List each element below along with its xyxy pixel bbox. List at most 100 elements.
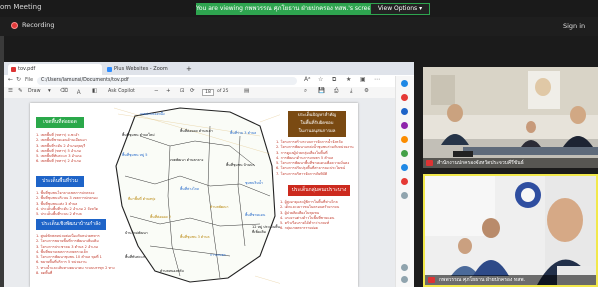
print-icon[interactable]: ⎙ xyxy=(334,88,338,95)
view-icon[interactable]: ▤ xyxy=(244,88,249,94)
heading-line: ในงานอนุสนการผล xyxy=(298,129,336,134)
drop-icon[interactable] xyxy=(401,178,408,185)
search-icon[interactable] xyxy=(401,108,408,115)
menu-icon[interactable]: ⋯ xyxy=(374,76,380,83)
list-item: 6. โครงการปรับปรุงพื้นที่สาธารณะประโยชน์ xyxy=(276,166,346,171)
participant-name-text: กพพวรรณ ศุภโยธาน ฝ่ายปกครอง ทสพ. xyxy=(439,277,526,283)
screen-share-banner: You are viewing กพพวรรณ ศุภโยธาน ฝ่ายปกค… xyxy=(196,3,375,15)
office-icon[interactable] xyxy=(401,150,408,157)
fit-page-icon[interactable]: ⊡ xyxy=(180,88,185,94)
map-label: พื้นที่ชุมชน หมู่ 5 xyxy=(122,153,148,157)
browser-tab-strip: tov.pdf Plus Websites - Zoom + xyxy=(4,62,414,75)
video-tile-2-active-speaker[interactable]: กพพวรรณ ศุภโยธาน ฝ่ายปกครอง ทสพ. xyxy=(423,174,598,287)
ask-copilot-button[interactable]: Ask Copilot xyxy=(108,89,135,94)
outlook-icon[interactable] xyxy=(401,164,408,171)
list-item: 2. เขตพื้นที่ชายแดนด้านเมียนมา xyxy=(36,138,87,143)
tab-label: tov.pdf xyxy=(18,66,36,72)
speaker-video xyxy=(425,176,596,285)
participant-name: กพพวรรณ ศุภโยธาน ฝ่ายปกครอง ทสพ. xyxy=(425,275,596,285)
browser-sidebar xyxy=(395,76,414,287)
sign-in-link[interactable]: Sign in xyxy=(563,22,585,30)
draw-button[interactable]: Draw xyxy=(28,89,41,94)
zoom-in-icon[interactable]: + xyxy=(166,88,171,94)
red-heading-box: ประเด็นกลุ่มคนเปราะบาง xyxy=(288,185,350,196)
map-label: 12 หมู่ ประเด็นพื้น xyxy=(252,225,280,229)
list-item: 2. โครงการพัฒนาแหล่งน้ำชุมชนร่วมกับหน่วย… xyxy=(276,145,354,150)
map-label: พื้นที่ชุมชน บ้านนา xyxy=(226,163,255,167)
save-icon[interactable]: 💾 xyxy=(318,88,325,94)
brown-list: 1. โครงการสร้างระบบการจัดการน้ำจังหวัด 2… xyxy=(276,140,354,177)
app-title: om Meeting xyxy=(0,3,42,11)
chevron-down-icon: ▾ xyxy=(419,5,423,12)
blue-list: 1. พื้นที่ชุมชนใจกลางเขตการปกครอง 2. พื้… xyxy=(36,191,98,217)
zoom-icon xyxy=(107,67,112,72)
contents-icon[interactable]: ☰ xyxy=(8,88,13,94)
conference-room-video xyxy=(423,67,598,168)
search-icon[interactable]: ⌕ xyxy=(304,88,307,95)
collections-icon[interactable]: ▣ xyxy=(360,76,366,83)
tab-label: Plus Websites - Zoom xyxy=(114,66,168,72)
refresh-icon[interactable]: ↻ xyxy=(16,76,21,83)
participant-name: สำนักงานปกครองจังหวัดประจวบคีรีขันธ์ xyxy=(423,158,598,168)
text-icon[interactable]: Ａ xyxy=(76,88,82,96)
sidebar-settings-icon[interactable] xyxy=(401,264,408,271)
map-label: ตำบลหนองพลับ xyxy=(160,269,184,273)
shopping-icon[interactable] xyxy=(401,94,408,101)
pdf-viewer-area: เขตปกครองหนึ่ง พื้นที่ชุมชน ตำบลใหม่ พื้… xyxy=(4,98,414,287)
star-icon[interactable]: ☆ xyxy=(318,76,323,83)
new-tab-button[interactable]: + xyxy=(184,64,194,75)
pdf-page: เขตปกครองหนึ่ง พื้นที่ชุมชน ตำบลใหม่ พื้… xyxy=(30,103,358,287)
pdf-icon xyxy=(11,67,16,72)
draw-icon[interactable]: ✎ xyxy=(18,88,23,94)
highlight-icon[interactable]: ▾ xyxy=(48,88,51,94)
recording-bar xyxy=(0,17,598,36)
url-input[interactable]: C:/Users/lamunsi/Documents/tov.pdf xyxy=(37,77,297,85)
muted-mic-icon xyxy=(426,160,433,166)
reader-icon[interactable]: Aᵃ xyxy=(304,76,310,83)
heading-line: ในพื้นที่รับผิดชอบ xyxy=(300,121,334,126)
recording-icon xyxy=(11,22,18,29)
video-tile-1[interactable]: สำนักงานปกครองจังหวัดประจวบคีรีขันธ์ xyxy=(423,67,598,168)
download-icon[interactable]: ⤓ xyxy=(350,88,352,95)
map-label: ชุมชนริมน้ำ xyxy=(245,181,263,185)
map-label: พื้นที่ร่วม 3 ตำบล xyxy=(230,131,257,135)
map-label: ที่เพิ่มเติม xyxy=(252,230,266,234)
map-label: พื้นที่ทับสะแก xyxy=(125,255,145,259)
sidebar-hide-icon[interactable] xyxy=(401,276,408,283)
copilot-icon[interactable] xyxy=(401,80,408,87)
list-item: 6. เขตพื้นที่ (ทหาร) 2 อำเภอ xyxy=(36,159,81,164)
rotate-icon[interactable]: ⟳ xyxy=(190,88,195,94)
map-label: พื้นที่ชายแดน xyxy=(245,213,266,217)
page-total: of 25 xyxy=(217,89,229,94)
add-icon[interactable] xyxy=(401,192,408,199)
browser-tab-pdf[interactable]: tov.pdf xyxy=(8,64,102,75)
page-number-input[interactable]: 18 xyxy=(202,89,214,96)
zoom-out-icon[interactable]: − xyxy=(154,88,159,94)
map-label: บ้านใหม่พัฒนา xyxy=(125,231,148,235)
list-item: 6. กลุ่มเกษตรกรรายย่อย xyxy=(280,226,318,231)
map-label: ตำบลพัฒนา xyxy=(210,205,229,209)
participant-name-text: สำนักงานปกครองจังหวัดประจวบคีรีขันธ์ xyxy=(437,160,524,166)
tools-icon[interactable] xyxy=(401,136,408,143)
erase-icon[interactable]: ⌫ xyxy=(60,88,68,94)
view-options-button[interactable]: View Options ▾ xyxy=(370,3,430,15)
view-options-label: View Options xyxy=(377,5,418,12)
blue-heading-box: ประเด็นพื้นที่ร่วม xyxy=(36,176,84,187)
extensions-icon[interactable]: ⧉ xyxy=(332,76,336,84)
settings-icon[interactable]: ⚙ xyxy=(364,88,369,94)
read-aloud-icon[interactable]: ◧ xyxy=(92,88,97,94)
map-label: ที่มาพื้นที่ ตำบลทุ่ง xyxy=(128,197,156,201)
green-heading-box: เขตพื้นที่ต่อยอด xyxy=(36,117,84,128)
map-label: พื้นที่ต่อยอด 2 xyxy=(150,215,172,219)
back-icon[interactable]: ← xyxy=(8,76,13,83)
recording-label: Recording xyxy=(22,21,55,29)
browser-tab-zoom[interactable]: Plus Websites - Zoom xyxy=(104,64,182,75)
map-label: พื้นที่ต่อยอด ตำบลเก่า xyxy=(180,129,213,133)
heading-line: ประเด็นปัญหาสำคัญ xyxy=(297,113,337,118)
map-label: เขตปกครองหนึ่ง xyxy=(140,112,165,116)
shared-browser-window: tov.pdf Plus Websites - Zoom + ← ↻ File … xyxy=(4,62,414,287)
blue-heading-box-2: ประเด็นเชิงพัฒนาบ้านกำลัง xyxy=(36,219,106,230)
favorites-icon[interactable]: ★ xyxy=(346,76,351,83)
games-icon[interactable] xyxy=(401,122,408,129)
green-list: 1. เขตพื้นที่ (ทหาร) จ.ชะอำ 2. เขตพื้นที… xyxy=(36,133,87,165)
